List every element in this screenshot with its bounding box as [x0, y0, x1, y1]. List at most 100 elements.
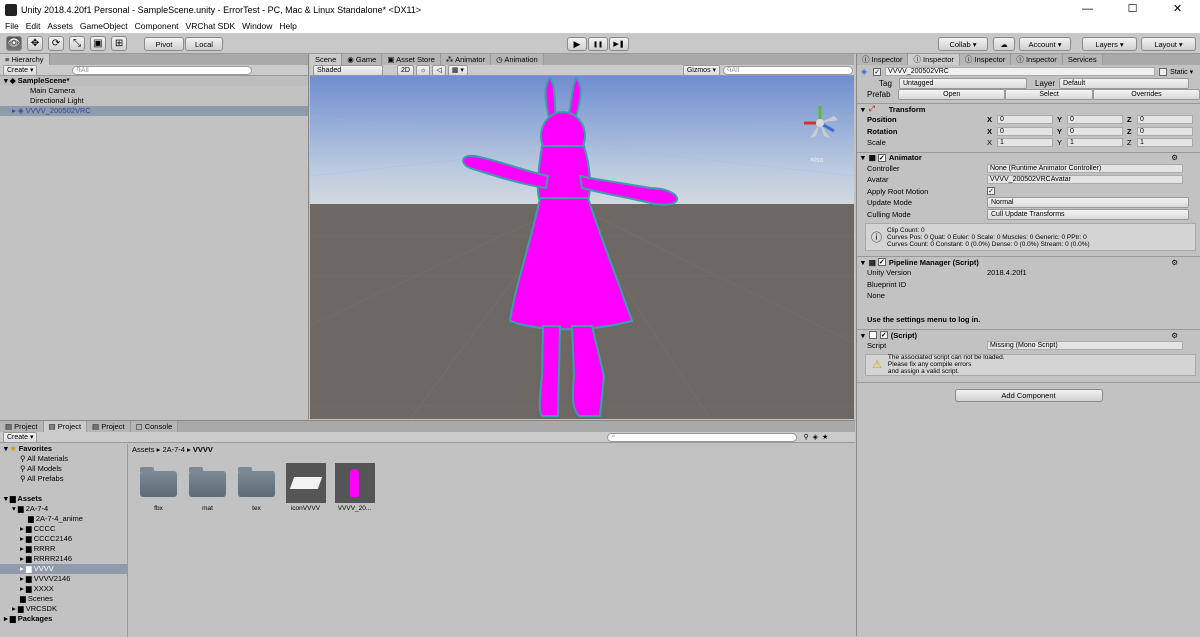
effects-icon[interactable]: ▦ ▾: [447, 64, 468, 76]
favorites-item[interactable]: ⚲ All Prefabs: [0, 474, 127, 484]
prefab-overrides-dropdown[interactable]: Overrides: [1092, 89, 1200, 100]
breadcrumb-item[interactable]: VVVV: [193, 445, 213, 454]
tab-inspector-4[interactable]: ⓘ Inspector: [1011, 54, 1063, 65]
hand-tool-icon[interactable]: 👁: [6, 36, 22, 51]
tab-animation[interactable]: ◷ Animation: [491, 54, 544, 65]
menu-component[interactable]: Component: [135, 21, 179, 31]
tab-game[interactable]: ◉ Game: [342, 54, 383, 65]
breadcrumb-item[interactable]: Assets: [132, 445, 155, 454]
favorites-item[interactable]: ⚲ All Materials: [0, 454, 127, 464]
hierarchy-item[interactable]: Main Camera: [0, 86, 308, 96]
collab-button[interactable]: Collab ▾: [938, 37, 988, 51]
lighting-icon[interactable]: ☼: [415, 64, 431, 76]
tree-folder[interactable]: ▸ ▆ RRRR2146: [0, 554, 127, 564]
prefab-select-button[interactable]: Select: [1005, 89, 1093, 100]
move-tool-icon[interactable]: ✥: [27, 36, 43, 51]
script-checkbox[interactable]: ✓: [879, 331, 888, 339]
controller-field[interactable]: None (Runtime Animator Controller): [987, 163, 1183, 173]
tree-folder[interactable]: ▸ ▆ CCCC2146: [0, 534, 127, 544]
tree-folder[interactable]: ▆ Scenes: [0, 594, 127, 604]
scale-z-field[interactable]: 1: [1137, 138, 1193, 148]
menu-help[interactable]: Help: [279, 21, 296, 31]
asset-item[interactable]: tex: [234, 463, 279, 512]
account-dropdown[interactable]: Account ▾: [1019, 37, 1071, 51]
script-enabled-checkbox[interactable]: [868, 331, 877, 339]
tab-project-1[interactable]: ▤ Project: [0, 421, 44, 432]
menu-edit[interactable]: Edit: [26, 21, 41, 31]
project-create-dropdown[interactable]: Create ▾: [3, 431, 38, 443]
tree-folder[interactable]: ▸ ▆ VVVV2146: [0, 574, 127, 584]
minimize-button[interactable]: —: [1065, 0, 1110, 19]
filter-type-icon[interactable]: ⚲: [803, 433, 808, 441]
scale-x-field[interactable]: 1: [997, 138, 1053, 148]
object-name-field[interactable]: VVVV_200502VRC: [885, 67, 1156, 76]
audio-icon[interactable]: ◁: [432, 64, 446, 76]
asset-item[interactable]: mat: [185, 463, 230, 512]
scene-search-input[interactable]: ᑫAll: [723, 65, 854, 75]
menu-vrchat-sdk[interactable]: VRChat SDK: [186, 21, 236, 31]
tab-hierarchy[interactable]: ≡ Hierarchy: [0, 54, 50, 65]
rotation-y-field[interactable]: 0: [1067, 126, 1123, 136]
layer-dropdown[interactable]: Default: [1059, 78, 1190, 89]
tab-inspector-1[interactable]: ⓘ Inspector: [857, 54, 909, 65]
asset-item[interactable]: VVVV_20...: [332, 463, 377, 512]
maximize-button[interactable]: ☐: [1110, 0, 1155, 19]
tab-asset-store[interactable]: ▣ Asset Store: [382, 54, 441, 65]
local-toggle[interactable]: Local: [185, 37, 223, 51]
menu-gameobject[interactable]: GameObject: [80, 21, 128, 31]
tree-folder[interactable]: ▾ ▆ 2A-7-4: [0, 504, 127, 514]
pipeline-header[interactable]: ▾ ▤ ✓ Pipeline Manager (Script) ⚙: [857, 256, 1200, 267]
rotate-tool-icon[interactable]: ⟳: [48, 36, 64, 51]
project-search-input[interactable]: ⌕: [607, 432, 798, 442]
favorites-header[interactable]: ▾ ★ Favorites: [0, 444, 127, 454]
transform-header[interactable]: ▾ ⤢ Transform: [857, 103, 1200, 114]
tab-scene[interactable]: Scene: [310, 54, 343, 65]
rotation-z-field[interactable]: 0: [1137, 126, 1193, 136]
layers-dropdown[interactable]: Layers ▾: [1082, 37, 1137, 51]
avatar-field[interactable]: VVVV_200502VRCAvatar: [987, 175, 1183, 185]
position-x-field[interactable]: 0: [997, 115, 1053, 125]
step-button[interactable]: ▶❚: [609, 37, 629, 51]
favorite-star-icon[interactable]: ★: [822, 433, 828, 441]
tab-project-3[interactable]: ▤ Project: [87, 421, 131, 432]
active-checkbox[interactable]: ✓: [873, 67, 882, 76]
tree-folder[interactable]: ▸ ▆ RRRR: [0, 544, 127, 554]
hierarchy-item[interactable]: Directional Light: [0, 96, 308, 106]
scale-y-field[interactable]: 1: [1067, 138, 1123, 148]
breadcrumb-item[interactable]: 2A-7-4: [162, 445, 185, 454]
hierarchy-search-input[interactable]: ᑫAll: [72, 65, 253, 75]
tab-inspector-2[interactable]: ⓘ Inspector: [908, 54, 960, 65]
play-button[interactable]: ▶: [567, 37, 587, 51]
scene-root[interactable]: ▾ ◆ SampleScene*: [0, 76, 308, 86]
static-dropdown[interactable]: Static ▾: [1170, 68, 1193, 76]
layout-dropdown[interactable]: Layout ▾: [1141, 37, 1196, 51]
culling-mode-dropdown[interactable]: Cull Update Transforms: [987, 208, 1189, 220]
tab-services[interactable]: Services: [1062, 54, 1103, 65]
tab-inspector-3[interactable]: ⓘ Inspector: [959, 54, 1012, 65]
tree-folder[interactable]: ▸ ▆ CCCC: [0, 524, 127, 534]
menu-file[interactable]: File: [5, 21, 19, 31]
add-component-button[interactable]: Add Component: [954, 388, 1103, 402]
packages-header[interactable]: ▸ ▆ Packages: [0, 614, 127, 624]
filter-label-icon[interactable]: ◈: [813, 433, 818, 441]
assets-header[interactable]: ▾ ▆ Assets: [0, 494, 127, 504]
favorites-item[interactable]: ⚲ All Models: [0, 464, 127, 474]
menu-window[interactable]: Window: [242, 21, 272, 31]
tree-folder[interactable]: ▸ ▆ XXXX: [0, 584, 127, 594]
update-mode-dropdown[interactable]: Normal: [987, 197, 1189, 209]
gizmos-dropdown[interactable]: Gizmos ▾: [682, 64, 721, 76]
pause-button[interactable]: ❚❚: [588, 37, 608, 51]
static-checkbox[interactable]: [1159, 67, 1168, 76]
pipeline-enabled-checkbox[interactable]: ✓: [877, 258, 886, 266]
position-y-field[interactable]: 0: [1067, 115, 1123, 125]
menu-assets[interactable]: Assets: [47, 21, 73, 31]
tree-folder[interactable]: ▸ ▆ VRCSDK: [0, 604, 127, 614]
close-button[interactable]: ✕: [1155, 0, 1200, 19]
tag-dropdown[interactable]: Untagged: [899, 78, 1027, 89]
scene-viewport[interactable]: ≡Iso: [310, 76, 854, 419]
script-header[interactable]: ▾ ✓ (Script) ⚙: [857, 329, 1200, 340]
scale-tool-icon[interactable]: ⤡: [69, 36, 85, 51]
asset-item[interactable]: fbx: [136, 463, 181, 512]
tree-folder-selected[interactable]: ▸ ▆ VVVV: [0, 564, 127, 574]
rotation-x-field[interactable]: 0: [997, 126, 1053, 136]
